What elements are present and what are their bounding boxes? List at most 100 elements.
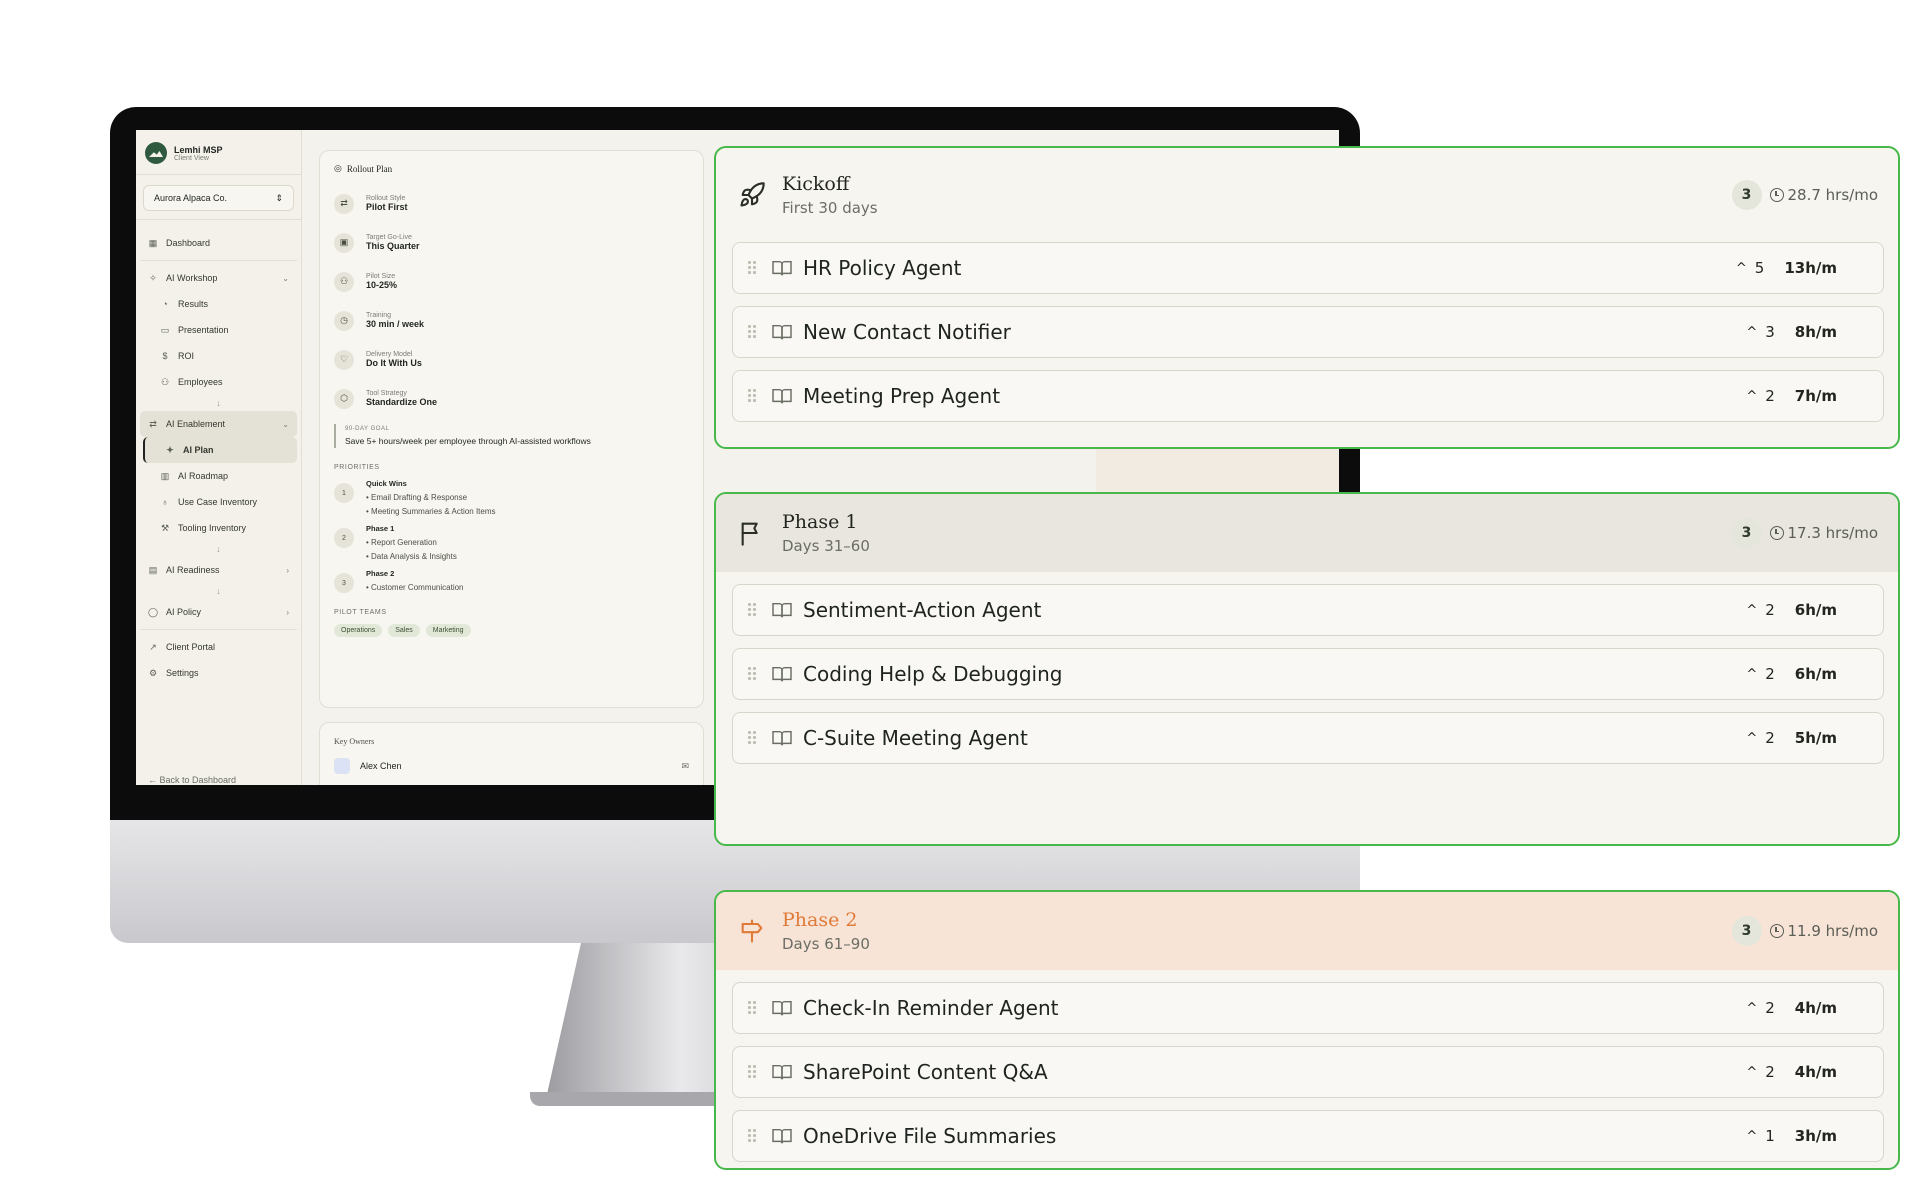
priority-item: 1 Quick Wins • Email Drafting & Response • … xyxy=(334,479,689,516)
rollout-row-value: 10-25% xyxy=(366,280,398,290)
agent-votes: 2 xyxy=(1765,999,1775,1017)
drag-handle-icon[interactable] xyxy=(747,1064,757,1080)
priority-bullet: • Data Analysis & Insights xyxy=(366,552,457,561)
mail-icon[interactable]: ✉ xyxy=(681,761,689,772)
rollout-row-value: 30 min / week xyxy=(366,319,425,329)
upvote-caret-icon[interactable]: ^ xyxy=(1746,1001,1757,1016)
users-icon: ⚇ xyxy=(334,271,354,292)
agent-row[interactable]: Meeting Prep Agent ^ 2 7h/m xyxy=(732,370,1884,422)
agent-row[interactable]: Check-In Reminder Agent ^ 2 4h/m xyxy=(732,982,1884,1034)
sidebar-item-tooling-inventory[interactable]: ⚒ Tooling Inventory xyxy=(140,515,297,541)
chart-icon: ◔ xyxy=(162,299,168,309)
sidebar-item-results[interactable]: ◔ Results xyxy=(140,291,297,317)
agent-row[interactable]: New Contact Notifier ^ 3 8h/m xyxy=(732,306,1884,358)
rollout-row: ▣ Target Go-Live This Quarter xyxy=(334,223,689,262)
agent-votes: 2 xyxy=(1765,601,1775,619)
rollout-row-value: Pilot First xyxy=(366,202,408,212)
client-selector[interactable]: Aurora Alpaca Co. ⇕ xyxy=(143,185,294,211)
phase-count-badge: 3 xyxy=(1731,518,1762,548)
upvote-caret-icon[interactable]: ^ xyxy=(1746,389,1757,404)
upvote-caret-icon[interactable]: ^ xyxy=(1736,261,1747,276)
sidebar-item-presentation[interactable]: ▭ Presentation xyxy=(140,317,297,343)
agent-row[interactable]: Coding Help & Debugging ^ 2 6h/m xyxy=(732,648,1884,700)
agent-name: Meeting Prep Agent xyxy=(803,384,1001,408)
chevron-down-icon: ⌄ xyxy=(282,273,289,283)
sidebar-item-ai-plan[interactable]: ✦ AI Plan xyxy=(143,437,297,463)
upvote-caret-icon[interactable]: ^ xyxy=(1746,667,1757,682)
team-chip: Sales xyxy=(388,624,420,637)
sidebar-item-label: AI Roadmap xyxy=(178,471,229,481)
upvote-caret-icon[interactable]: ^ xyxy=(1746,325,1757,340)
dollar-icon: $ xyxy=(162,351,168,361)
back-to-dashboard-link[interactable]: ← Back to Dashboard xyxy=(148,775,236,785)
drag-handle-icon[interactable] xyxy=(747,388,757,404)
phase-count-badge: 3 xyxy=(1731,916,1762,946)
book-icon xyxy=(772,666,792,682)
priority-bullet: • Email Drafting & Response xyxy=(366,493,468,502)
upvote-caret-icon[interactable]: ^ xyxy=(1746,731,1757,746)
flag-icon xyxy=(741,522,758,546)
drag-handle-icon[interactable] xyxy=(747,1128,757,1144)
arrow-down-icon: ↓ xyxy=(216,586,221,596)
agent-row[interactable]: C-Suite Meeting Agent ^ 2 5h/m xyxy=(732,712,1884,764)
avatar xyxy=(334,758,350,774)
upvote-caret-icon[interactable]: ^ xyxy=(1746,603,1757,618)
agent-row[interactable]: OneDrive File Summaries ^ 1 3h/m xyxy=(732,1110,1884,1162)
rollout-style-icon: ⇄ xyxy=(334,193,354,214)
sidebar-item-use-case-inventory[interactable]: ♁ Use Case Inventory xyxy=(140,489,297,515)
drag-handle-icon[interactable] xyxy=(747,260,757,276)
agent-hours: 3h/m xyxy=(1794,1127,1837,1145)
phase-count-badge: 3 xyxy=(1731,180,1762,210)
sidebar-item-roi[interactable]: $ ROI xyxy=(140,343,297,369)
agent-meta: ^ 2 4h/m xyxy=(1746,999,1837,1017)
agent-row[interactable]: HR Policy Agent ^ 5 13h/m xyxy=(732,242,1884,294)
agent-hours: 8h/m xyxy=(1794,323,1837,341)
workshop-icon: ✧ xyxy=(149,272,157,283)
signpost-icon xyxy=(741,919,763,943)
sidebar-item-settings[interactable]: ⚙ Settings xyxy=(140,660,297,686)
calendar-icon: ▣ xyxy=(334,232,354,253)
book-icon xyxy=(772,1064,792,1080)
chevron-updown-icon: ⇕ xyxy=(275,192,283,203)
brand-logo-icon xyxy=(145,142,167,164)
sidebar-item-client-portal[interactable]: ↗ Client Portal xyxy=(140,634,297,660)
gear-icon: ⚙ xyxy=(148,667,158,678)
sidebar-item-ai-roadmap[interactable]: ▥ AI Roadmap xyxy=(140,463,297,489)
sidebar-item-label: AI Enablement xyxy=(166,419,226,429)
drag-handle-icon[interactable] xyxy=(747,324,757,340)
upvote-caret-icon[interactable]: ^ xyxy=(1746,1129,1757,1144)
agent-row[interactable]: SharePoint Content Q&A ^ 2 4h/m xyxy=(732,1046,1884,1098)
sidebar-item-ai-readiness[interactable]: ▤ AI Readiness › xyxy=(140,557,297,583)
agent-name: Sentiment-Action Agent xyxy=(803,598,1042,622)
drag-handle-icon[interactable] xyxy=(747,666,757,682)
agent-hours: 13h/m xyxy=(1784,259,1837,277)
phase-hours: 28.7 hrs/mo xyxy=(1769,186,1878,204)
sidebar-item-employees[interactable]: ⚇ Employees xyxy=(140,369,297,395)
sidebar-item-ai-workshop[interactable]: ✧ AI Workshop ⌄ xyxy=(140,265,297,291)
phase-name: Phase 1 xyxy=(782,511,858,533)
chevron-right-icon: › xyxy=(286,607,289,617)
phase-panel-phase-1: Phase 1 Days 31–60 3 17.3 hrs/mo Sentime… xyxy=(714,492,1900,846)
agent-meta: ^ 2 4h/m xyxy=(1746,1063,1837,1081)
drag-handle-icon[interactable] xyxy=(747,730,757,746)
book-icon xyxy=(772,602,792,618)
plan-icon: ✦ xyxy=(166,444,174,455)
drag-handle-icon[interactable] xyxy=(747,602,757,618)
book-icon xyxy=(772,388,792,404)
rollout-plan-title-text: Rollout Plan xyxy=(346,163,393,174)
sidebar-item-label: Results xyxy=(178,299,209,309)
sidebar-item-ai-policy[interactable]: ◯ AI Policy › xyxy=(140,599,297,625)
agent-meta: ^ 3 8h/m xyxy=(1746,323,1837,341)
sidebar-item-dashboard[interactable]: ▦ Dashboard xyxy=(140,230,297,256)
agent-hours: 6h/m xyxy=(1794,601,1837,619)
book-icon xyxy=(772,260,792,276)
rollout-row: ⬡ Tool Strategy Standardize One xyxy=(334,379,689,418)
drag-handle-icon[interactable] xyxy=(747,1000,757,1016)
upvote-caret-icon[interactable]: ^ xyxy=(1746,1065,1757,1080)
agent-votes: 5 xyxy=(1754,259,1765,277)
agent-meta: ^ 2 5h/m xyxy=(1746,729,1837,747)
sidebar-item-ai-enablement[interactable]: ⇄ AI Enablement ⌄ xyxy=(140,411,297,437)
ninety-day-goal: 90-DAY GOAL Save 5+ hours/week per emplo… xyxy=(334,424,689,448)
phase-panel-phase-2: Phase 2 Days 61–90 3 11.9 hrs/mo Check-I… xyxy=(714,890,1900,1170)
agent-row[interactable]: Sentiment-Action Agent ^ 2 6h/m xyxy=(732,584,1884,636)
